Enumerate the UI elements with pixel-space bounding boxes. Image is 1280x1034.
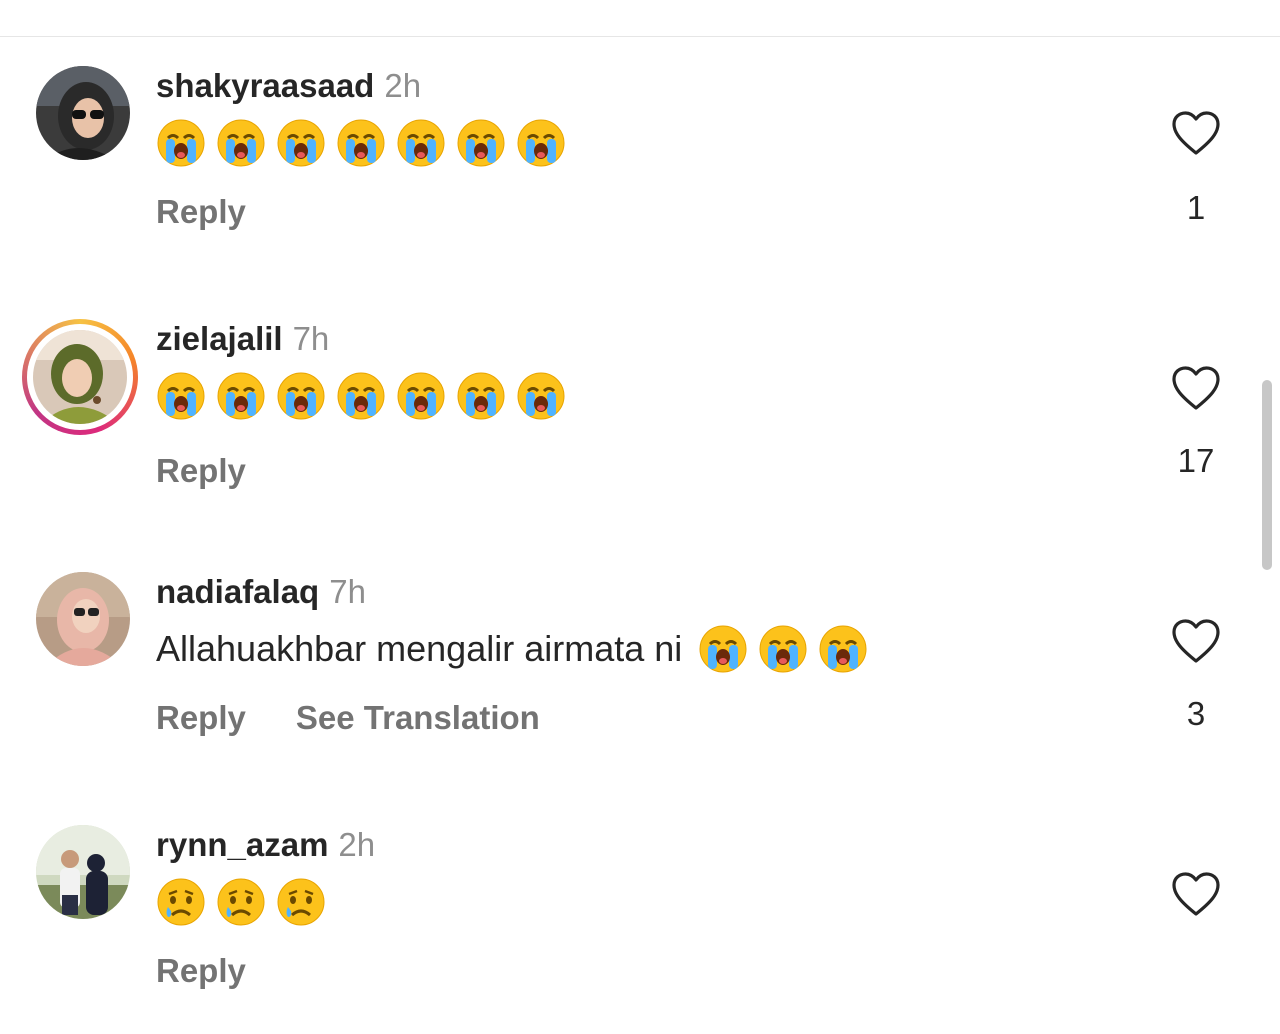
comment-text bbox=[156, 877, 336, 927]
crying-face-icon bbox=[276, 877, 326, 927]
loudly-crying-face-icon bbox=[156, 371, 206, 421]
crying-face-icon bbox=[216, 877, 266, 927]
timestamp: 7h bbox=[292, 320, 330, 357]
like-count: 3 bbox=[1186, 695, 1206, 732]
reply-button[interactable]: Reply bbox=[156, 452, 246, 489]
story-ring[interactable] bbox=[22, 319, 138, 435]
reply-button[interactable]: Reply bbox=[156, 952, 246, 989]
loudly-crying-face-icon bbox=[698, 624, 748, 674]
comment-item: rynn_azam 2h Reply bbox=[0, 759, 1280, 999]
comment-text bbox=[156, 118, 576, 168]
like-button[interactable] bbox=[1166, 618, 1226, 664]
comment-item: nadiafalaq 7h Allahuakhbar mengalir airma… bbox=[0, 506, 1280, 746]
loudly-crying-face-icon bbox=[336, 118, 386, 168]
loudly-crying-face-icon bbox=[516, 371, 566, 421]
loudly-crying-face-icon bbox=[216, 118, 266, 168]
heart-outline-icon bbox=[1166, 618, 1226, 664]
timestamp: 2h bbox=[384, 67, 422, 104]
avatar[interactable] bbox=[36, 66, 130, 160]
loudly-crying-face-icon bbox=[818, 624, 868, 674]
loudly-crying-face-icon bbox=[396, 371, 446, 421]
comment-message: Allahuakhbar mengalir airmata ni bbox=[156, 628, 683, 669]
loudly-crying-face-icon bbox=[156, 118, 206, 168]
like-count: 1 bbox=[1186, 189, 1206, 226]
loudly-crying-face-icon bbox=[276, 371, 326, 421]
crying-face-icon bbox=[156, 877, 206, 927]
loudly-crying-face-icon bbox=[276, 118, 326, 168]
loudly-crying-face-icon bbox=[456, 118, 506, 168]
heart-outline-icon bbox=[1166, 110, 1226, 156]
scrollbar[interactable] bbox=[1262, 380, 1272, 570]
like-count: 17 bbox=[1177, 442, 1215, 479]
username[interactable]: rynn_azam bbox=[156, 826, 328, 863]
loudly-crying-face-icon bbox=[396, 118, 446, 168]
timestamp: 7h bbox=[329, 573, 366, 610]
timestamp: 2h bbox=[338, 826, 376, 863]
heart-outline-icon bbox=[1166, 871, 1226, 917]
comment-text: Allahuakhbar mengalir airmata ni bbox=[156, 624, 878, 674]
heart-outline-icon bbox=[1166, 365, 1226, 411]
loudly-crying-face-icon bbox=[336, 371, 386, 421]
like-button[interactable] bbox=[1166, 365, 1226, 411]
loudly-crying-face-icon bbox=[516, 118, 566, 168]
loudly-crying-face-icon bbox=[216, 371, 266, 421]
reply-button[interactable]: Reply bbox=[156, 193, 246, 230]
loudly-crying-face-icon bbox=[758, 624, 808, 674]
avatar[interactable] bbox=[36, 825, 130, 919]
like-button[interactable] bbox=[1166, 871, 1226, 917]
avatar[interactable] bbox=[36, 572, 130, 666]
comment-item: shakyraasaad 2h Reply 1 bbox=[0, 0, 1280, 240]
loudly-crying-face-icon bbox=[456, 371, 506, 421]
comment-text bbox=[156, 371, 576, 421]
username[interactable]: shakyraasaad bbox=[156, 67, 374, 104]
username[interactable]: nadiafalaq bbox=[156, 573, 319, 610]
avatar[interactable] bbox=[33, 330, 127, 424]
username[interactable]: zielajalil bbox=[156, 320, 283, 357]
like-button[interactable] bbox=[1166, 110, 1226, 156]
see-translation-button[interactable]: See Translation bbox=[296, 699, 540, 736]
reply-button[interactable]: Reply bbox=[156, 699, 246, 736]
comment-item: zielajalil 7h Reply 17 bbox=[0, 253, 1280, 493]
